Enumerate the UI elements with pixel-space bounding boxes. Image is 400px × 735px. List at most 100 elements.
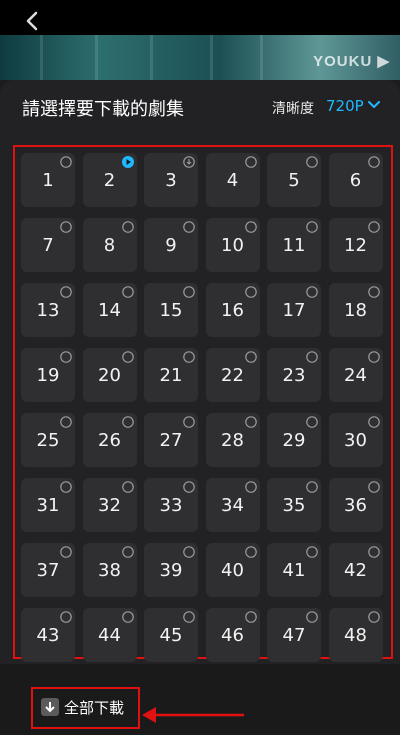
episode-button[interactable]: 2 [82,153,137,207]
episode-number: 20 [98,364,121,386]
select-circle-icon [306,156,318,168]
episode-number: 10 [221,234,244,256]
episode-button[interactable]: 38 [82,543,137,597]
select-circle-icon [183,611,195,623]
select-circle-icon [60,611,72,623]
episode-button[interactable]: 5 [267,153,321,207]
select-circle-icon [60,221,72,233]
episode-number: 40 [221,559,244,581]
select-circle-icon [121,611,134,623]
episode-button[interactable]: 11 [267,218,321,272]
select-circle-icon [306,221,318,233]
select-circle-icon [367,156,380,168]
episode-number: 23 [282,364,306,386]
episode-number: 3 [165,169,177,191]
episode-number: 19 [36,364,60,386]
downloaded-icon [183,156,195,168]
episode-number: 28 [221,429,244,451]
episode-button[interactable]: 17 [267,283,321,337]
episode-button[interactable]: 13 [21,283,75,337]
episode-button[interactable]: 22 [205,348,260,402]
episode-number: 46 [221,624,244,646]
back-arrow-icon[interactable] [22,10,44,32]
episode-number: 17 [282,299,306,321]
select-circle-icon [244,156,257,168]
episode-button[interactable]: 19 [21,348,75,402]
episode-number: 11 [282,234,306,256]
episode-button[interactable]: 20 [82,348,137,402]
episode-number: 36 [344,494,367,516]
episode-button[interactable]: 7 [21,218,75,272]
select-circle-icon [306,481,318,493]
episode-button[interactable]: 14 [82,283,137,337]
download-all-button[interactable]: 全部下載 [40,693,124,721]
select-circle-icon [121,416,134,428]
select-circle-icon [367,611,380,623]
episode-button[interactable]: 27 [144,413,198,467]
episode-number: 18 [344,299,367,321]
episode-button[interactable]: 31 [21,478,75,532]
youku-play-icon: ▶ [377,53,390,70]
episode-button[interactable]: 29 [267,413,321,467]
episode-button[interactable]: 6 [328,153,383,207]
episode-button[interactable]: 44 [82,608,137,662]
episode-number: 44 [98,624,121,646]
episode-button[interactable]: 42 [328,543,383,597]
episode-button[interactable]: 24 [328,348,383,402]
episode-button[interactable]: 26 [82,413,137,467]
episode-number: 34 [221,494,244,516]
episode-button[interactable]: 25 [21,413,75,467]
episode-button[interactable]: 16 [205,283,260,337]
episode-number: 32 [98,494,121,516]
select-circle-icon [244,221,257,233]
episode-button[interactable]: 41 [267,543,321,597]
select-circle-icon [244,286,257,298]
episode-button[interactable]: 3 [144,153,198,207]
select-circle-icon [60,416,72,428]
episode-button[interactable]: 9 [144,218,198,272]
episode-button[interactable]: 32 [82,478,137,532]
episode-button[interactable]: 33 [144,478,198,532]
select-circle-icon [367,221,380,233]
episode-number: 37 [36,559,60,581]
select-circle-icon [60,156,72,168]
episode-number: 24 [344,364,367,386]
episode-button[interactable]: 28 [205,413,260,467]
episode-number: 25 [36,429,60,451]
episode-button[interactable]: 10 [205,218,260,272]
episode-button[interactable]: 48 [328,608,383,662]
episode-button[interactable]: 40 [205,543,260,597]
select-circle-icon [121,481,134,493]
chevron-down-icon[interactable] [368,100,380,110]
episode-button[interactable]: 12 [328,218,383,272]
select-circle-icon [367,481,380,493]
episode-button[interactable]: 35 [267,478,321,532]
select-circle-icon [183,351,195,363]
select-circle-icon [306,416,318,428]
episode-button[interactable]: 4 [205,153,260,207]
episode-button[interactable]: 39 [144,543,198,597]
quality-select[interactable]: 720P [326,97,364,115]
episode-button[interactable]: 37 [21,543,75,597]
episode-button[interactable]: 18 [328,283,383,337]
select-circle-icon [60,546,72,558]
select-circle-icon [244,481,257,493]
episode-button[interactable]: 34 [205,478,260,532]
download-all-label: 全部下載 [64,698,125,717]
episode-button[interactable]: 15 [144,283,198,337]
select-circle-icon [367,546,380,558]
episode-button[interactable]: 46 [205,608,260,662]
episode-button[interactable]: 47 [267,608,321,662]
select-circle-icon [244,416,257,428]
select-circle-icon [60,351,72,363]
playing-icon [121,156,134,168]
episode-button[interactable]: 36 [328,478,383,532]
episode-button[interactable]: 21 [144,348,198,402]
episode-button[interactable]: 45 [144,608,198,662]
episode-button[interactable]: 30 [328,413,383,467]
select-circle-icon [244,546,257,558]
episode-button[interactable]: 1 [21,153,75,207]
episode-button[interactable]: 23 [267,348,321,402]
episode-button[interactable]: 8 [82,218,137,272]
episode-button[interactable]: 43 [21,608,75,662]
